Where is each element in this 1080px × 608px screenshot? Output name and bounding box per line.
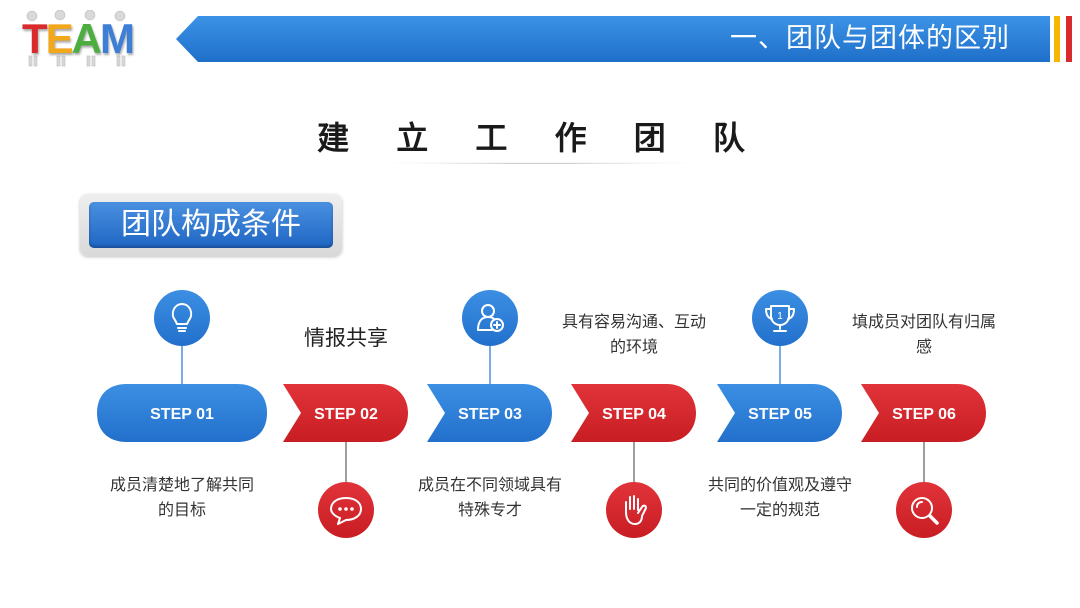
caption-line: 共同的价值观及遵守 (707, 475, 852, 494)
step-2-caption: 情报共享 (251, 326, 441, 351)
step-5-caption: 共同的价值观及遵守 一定的规范 (685, 472, 875, 522)
step-captions: 成员清楚地了解共同 的目标 情报共享成员在不同领域具有 特殊专才 具有容易沟通、互动 的环… (0, 0, 1080, 608)
caption-line: 的目标 (157, 500, 206, 519)
step-3-caption: 成员在不同领域具有 特殊专才 (395, 472, 585, 522)
caption-line: 成员清楚地了解共同 (109, 475, 254, 494)
caption-line: 具有容易沟通、互动 (561, 312, 706, 331)
step-6-caption: 填成员对团队有归属感 (829, 309, 1019, 359)
caption-line: 感 (915, 337, 932, 356)
step-4-caption: 具有容易沟通、互动 的环境 (539, 309, 729, 359)
caption-line: 情报共享 (304, 326, 388, 350)
caption-line: 成员在不同领域具有 (417, 475, 562, 494)
step-1-caption: 成员清楚地了解共同 的目标 (87, 472, 277, 522)
caption-line: 特殊专才 (457, 500, 522, 519)
caption-line: 一定的规范 (739, 500, 820, 519)
caption-line: 的环境 (609, 337, 658, 356)
caption-line: 填成员对团队有归属 (851, 312, 996, 331)
